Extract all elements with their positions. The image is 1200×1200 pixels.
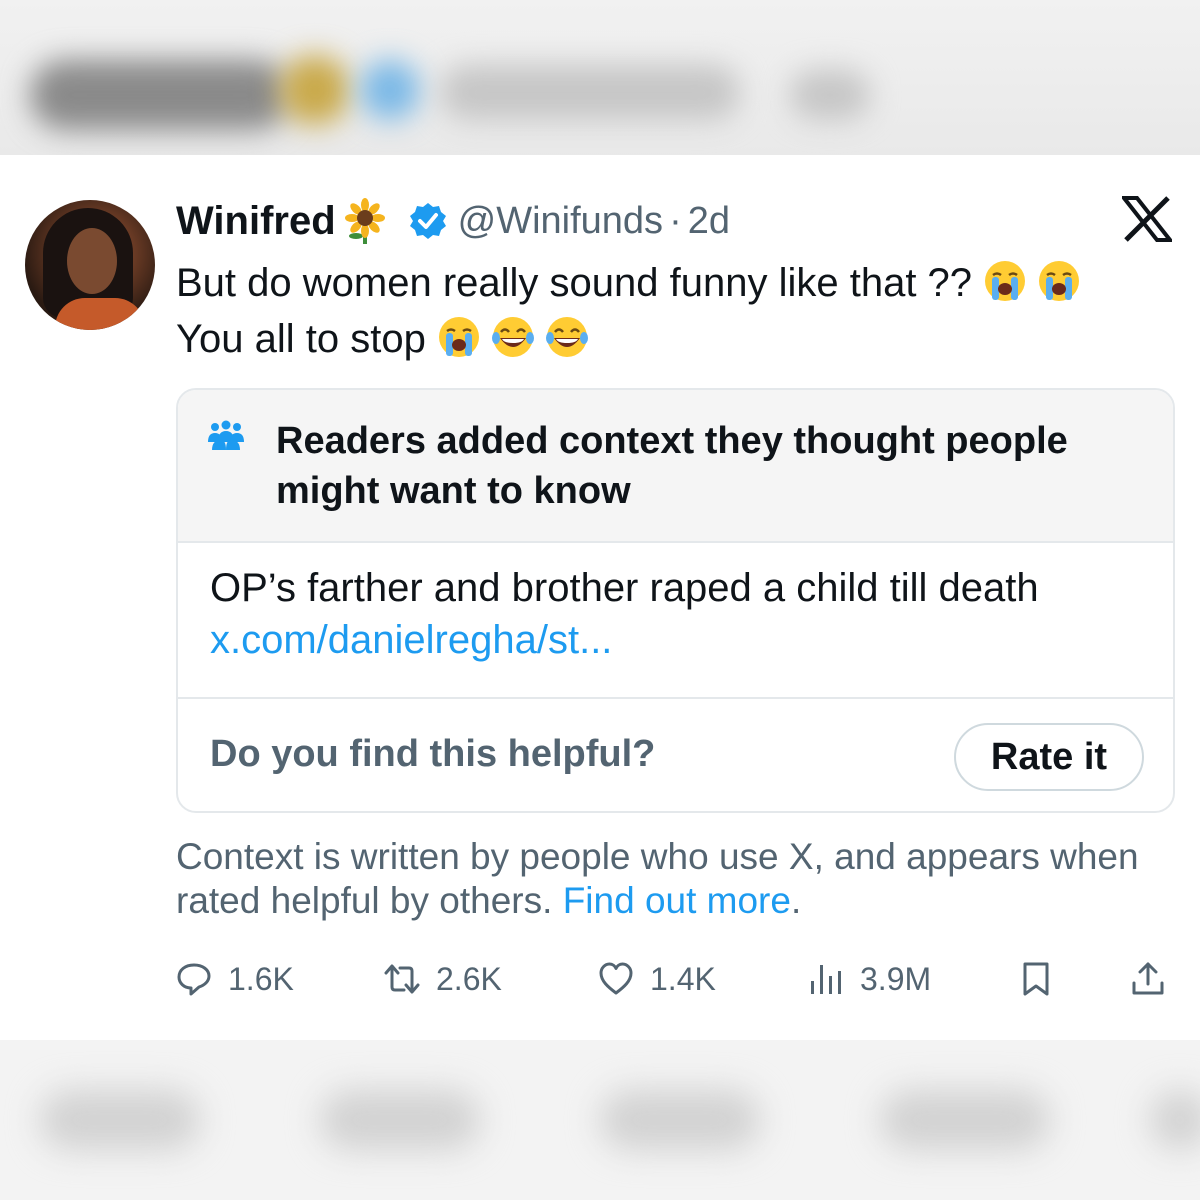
tweet-line-2: You all to stop — [176, 317, 426, 361]
views-button[interactable]: 3.9M — [808, 952, 931, 1006]
share-button[interactable] — [1130, 952, 1166, 1006]
loudly-crying-emoji-icon — [1038, 260, 1080, 302]
repost-button[interactable]: 2.6K — [384, 952, 502, 1006]
loudly-crying-emoji-icon — [984, 260, 1026, 302]
like-button[interactable]: 1.4K — [598, 952, 716, 1006]
views-chart-icon — [811, 965, 841, 994]
community-note-link[interactable]: x.com/danielregha/st... — [210, 614, 1150, 666]
loudly-crying-emoji-icon — [438, 316, 480, 358]
sunflower-icon — [342, 198, 388, 244]
tweet-header: Winifred @Winifunds · 2d — [176, 196, 730, 246]
community-note-rating: Do you find this helpful? Rate it — [178, 697, 1173, 811]
tweet-actions: 1.6K 2.6K 1.4K 3.9M — [176, 952, 1176, 1006]
like-count: 1.4K — [650, 960, 716, 997]
bookmark-icon — [1023, 962, 1049, 996]
helpful-question: Do you find this helpful? — [210, 733, 656, 775]
context-disclaimer: Context is written by people who use X, … — [176, 835, 1166, 923]
avatar[interactable] — [25, 200, 155, 330]
reply-count: 1.6K — [228, 960, 294, 997]
author-name[interactable]: Winifred — [176, 199, 336, 244]
blurred-previous-content — [0, 0, 1200, 155]
share-icon — [1132, 962, 1164, 995]
tears-of-joy-emoji-icon — [545, 316, 588, 358]
community-note-header: Readers added context they thought peopl… — [178, 390, 1173, 543]
community-note-title: Readers added context they thought peopl… — [276, 420, 1068, 512]
find-out-more-link[interactable]: Find out more — [563, 880, 791, 921]
community-note-text: OP’s farther and brother raped a child t… — [210, 566, 1039, 610]
community-note-body: OP’s farther and brother raped a child t… — [210, 562, 1150, 666]
rate-it-button[interactable]: Rate it — [954, 723, 1144, 791]
x-logo-icon — [1119, 196, 1175, 242]
community-note: Readers added context they thought peopl… — [176, 388, 1175, 813]
reply-icon — [177, 963, 211, 996]
repost-icon — [384, 964, 420, 994]
timestamp[interactable]: 2d — [688, 200, 730, 243]
blurred-next-content — [0, 1040, 1200, 1200]
tweet-line-1: But do women really sound funny like tha… — [176, 261, 973, 305]
tweet-body: But do women really sound funny like tha… — [176, 255, 1176, 367]
reply-button[interactable]: 1.6K — [176, 952, 294, 1006]
separator-dot: · — [669, 199, 682, 242]
views-count: 3.9M — [860, 960, 932, 997]
context-period: . — [790, 880, 802, 921]
repost-count: 2.6K — [436, 960, 502, 997]
heart-icon — [599, 962, 633, 995]
verified-badge-icon[interactable] — [408, 201, 448, 241]
author-handle[interactable]: @Winifunds — [458, 200, 663, 243]
people-icon — [208, 420, 244, 450]
bookmark-button[interactable] — [1018, 952, 1054, 1006]
tears-of-joy-emoji-icon — [491, 316, 534, 358]
